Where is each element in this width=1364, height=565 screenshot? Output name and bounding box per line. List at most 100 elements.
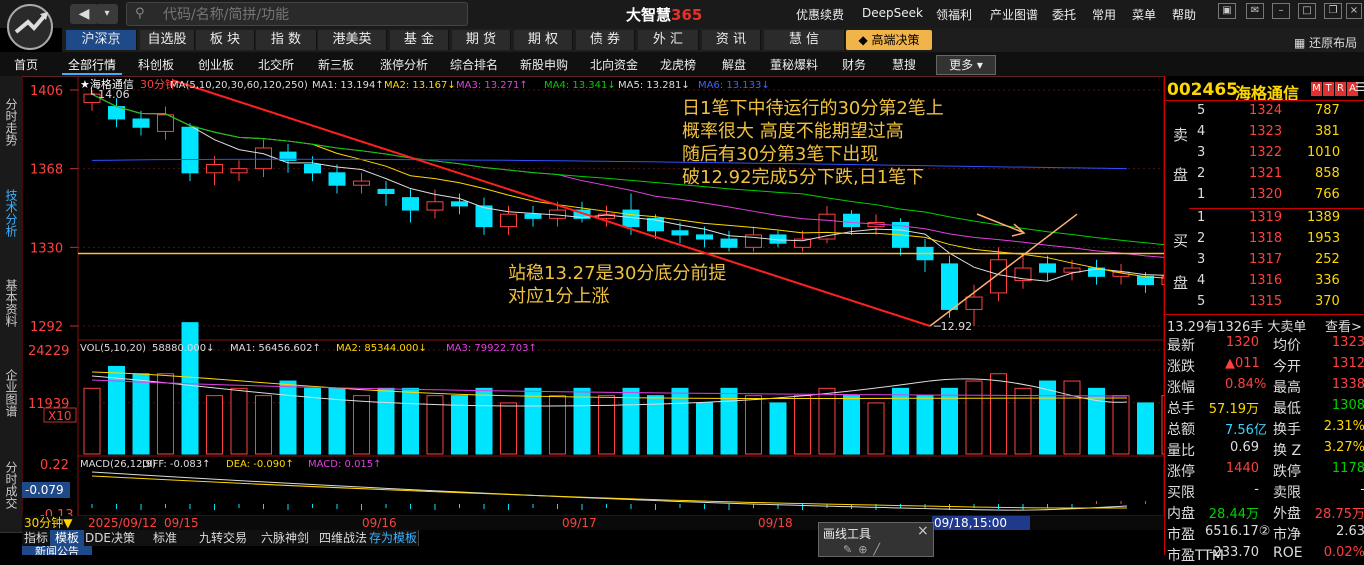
candle[interactable] — [500, 213, 517, 228]
draw-tool-panel[interactable]: 画线工具 × ✎⊕╱ — [818, 522, 934, 557]
close-icon[interactable]: × — [1346, 3, 1362, 19]
candle[interactable] — [402, 197, 419, 211]
buy-price[interactable]: 1319 — [1249, 210, 1282, 225]
big-order-link[interactable]: 查看> — [1325, 316, 1362, 335]
top-menu-item[interactable]: 优惠续费 — [796, 6, 844, 23]
candle[interactable] — [843, 213, 860, 228]
candle[interactable] — [990, 259, 1007, 294]
candle[interactable] — [451, 201, 468, 207]
candle[interactable] — [965, 296, 983, 310]
candle[interactable] — [157, 114, 174, 132]
badge-icon[interactable]: T — [1323, 82, 1334, 96]
function-tab[interactable]: 北交所 — [258, 56, 294, 73]
function-tab[interactable]: 董秘爆料 — [770, 56, 818, 73]
candle[interactable] — [353, 180, 370, 186]
template-tab[interactable]: 标准 — [136, 530, 195, 546]
restore-icon[interactable]: ❐ — [1324, 3, 1342, 19]
annotation-text[interactable]: 对应1分上涨 — [508, 286, 609, 307]
function-tab[interactable]: 慧搜 — [892, 56, 916, 73]
top-menu-item[interactable]: 产业图谱 — [990, 6, 1038, 23]
function-tab[interactable]: 首页 — [14, 56, 38, 73]
sell-price[interactable]: 1324 — [1249, 103, 1282, 118]
function-tab[interactable]: 北向资金 — [590, 56, 638, 73]
function-tab[interactable]: 全部行情 — [68, 56, 116, 73]
badge-icon[interactable]: R — [1335, 82, 1346, 96]
period-selector[interactable]: 30分钟▼ — [24, 515, 73, 530]
candle[interactable] — [230, 168, 248, 174]
annotation-text[interactable]: 概率很大 高度不能期望过高 — [682, 121, 904, 142]
maximize-icon[interactable]: □ — [1298, 3, 1316, 19]
market-tab[interactable]: 自选股 — [140, 30, 195, 50]
candle[interactable] — [426, 201, 444, 211]
annotation-text[interactable]: 破12.92完成5分下跌,日1笔下 — [682, 167, 924, 188]
annotation-text[interactable]: 站稳13.27是30分底分前提 — [508, 263, 726, 284]
list-icon[interactable]: ☰ — [1355, 80, 1364, 94]
buy-price[interactable]: 1316 — [1249, 273, 1282, 288]
candle[interactable] — [720, 238, 738, 248]
side-tab[interactable]: 分时走势 — [0, 76, 22, 169]
annotation-text[interactable]: 日1笔下中待运行的30分第2笔上 — [682, 98, 944, 119]
buy-price[interactable]: 1317 — [1249, 252, 1282, 267]
template-tab[interactable]: 九转交易 — [194, 530, 253, 546]
template-tab[interactable]: 六脉神剑 — [252, 530, 319, 546]
top-menu-item[interactable]: 帮助 — [1172, 6, 1196, 23]
function-tab[interactable]: 综合排名 — [450, 56, 498, 73]
market-tab[interactable]: 港美英 — [318, 30, 387, 50]
market-tab[interactable]: 债 券 — [576, 30, 635, 50]
market-tab[interactable]: 慧 信 — [764, 30, 845, 50]
search-box[interactable]: ⚲ — [126, 2, 468, 26]
sell-price[interactable]: 1323 — [1249, 124, 1282, 139]
market-tab[interactable]: 期 货 — [452, 30, 511, 50]
close-icon[interactable]: × — [917, 523, 929, 539]
function-tab[interactable]: 科创板 — [138, 56, 174, 73]
sell-price[interactable]: 1321 — [1249, 166, 1282, 181]
template-tab[interactable]: 存为模板 — [368, 530, 419, 546]
candle[interactable] — [377, 188, 395, 195]
side-tab[interactable]: 基本资料 — [0, 258, 22, 349]
side-tab[interactable]: 技术分析 — [0, 168, 22, 259]
function-tab[interactable]: 涨停分析 — [380, 56, 428, 73]
candle[interactable] — [941, 263, 958, 310]
stock-code[interactable]: 002465 — [1167, 80, 1238, 100]
annotation-text[interactable]: 随后有30分第3笔下出现 — [682, 144, 878, 165]
market-tab[interactable]: 基 金 — [390, 30, 449, 50]
function-tab[interactable]: 新股申购 — [520, 56, 568, 73]
candle[interactable] — [255, 147, 272, 170]
market-tab[interactable]: 指 数 — [256, 30, 317, 50]
side-tab[interactable]: 企业图谱 — [0, 348, 22, 439]
draw-tools-icon[interactable]: ✎⊕╱ — [843, 543, 886, 556]
top-menu-item[interactable]: 委托 — [1052, 6, 1076, 23]
function-tab[interactable]: 新三板 — [318, 56, 354, 73]
kline-chart[interactable]: 1406136813301292└ 14.06─12.92★海格通信 30分钟MA… — [22, 76, 1164, 555]
template-tab[interactable]: 指标 — [22, 530, 51, 546]
badge-icon[interactable]: M — [1311, 82, 1322, 96]
template-tab[interactable]: DDE决策 — [84, 530, 137, 546]
search-input[interactable] — [161, 5, 455, 25]
function-tab[interactable]: 财务 — [842, 56, 866, 73]
buy-price[interactable]: 1315 — [1249, 294, 1282, 309]
function-tab[interactable]: 龙虎榜 — [660, 56, 696, 73]
candle[interactable] — [524, 213, 542, 219]
top-menu-item[interactable]: DeepSeek — [862, 6, 923, 20]
chart-title[interactable]: ★海格通信 — [80, 77, 134, 91]
history-dropdown-icon[interactable]: ▾ — [96, 4, 118, 24]
candle[interactable] — [206, 164, 223, 174]
function-tab[interactable]: 创业板 — [198, 56, 234, 73]
market-tab[interactable]: 板 块 — [196, 30, 255, 50]
candle[interactable] — [696, 234, 713, 240]
skin-icon[interactable]: ▣ — [1218, 3, 1236, 19]
premium-decision-button[interactable]: ◆ 高端决策 — [846, 30, 932, 50]
buy-price[interactable]: 1318 — [1249, 231, 1282, 246]
candle[interactable] — [1039, 263, 1056, 273]
mail-icon[interactable]: ✉ — [1246, 3, 1264, 19]
news-tab[interactable]: 新闻公告 — [22, 546, 92, 555]
candle[interactable] — [671, 230, 689, 236]
top-menu-item[interactable]: 菜单 — [1132, 6, 1156, 23]
function-tab[interactable]: 解盘 — [722, 56, 746, 73]
candle[interactable] — [132, 118, 150, 128]
template-tab[interactable]: 模板 — [50, 530, 85, 546]
market-tab[interactable]: 期 权 — [514, 30, 573, 50]
template-tab[interactable]: 四维战法 — [318, 530, 369, 546]
back-icon[interactable]: ◀ — [70, 4, 98, 24]
side-tab[interactable]: 分时成交 — [0, 438, 22, 533]
